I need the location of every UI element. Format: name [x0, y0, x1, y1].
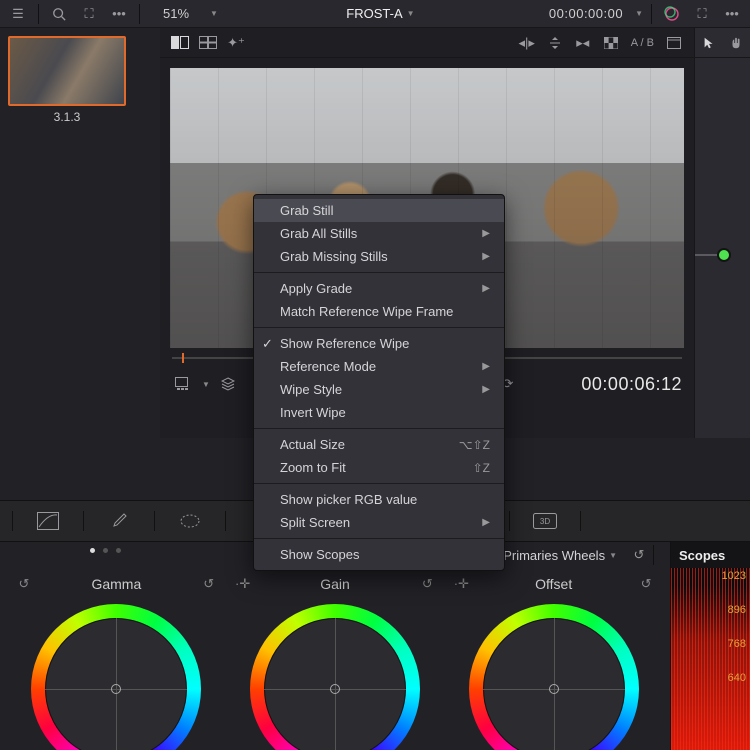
split-screen-icon[interactable] [196, 32, 220, 54]
color-wheel[interactable] [250, 604, 420, 750]
pointer-tool-icon[interactable] [697, 32, 721, 54]
scope-tick: 896 [728, 604, 746, 616]
menu-item[interactable]: Split Screen▶ [254, 511, 504, 534]
scope-tick: 768 [728, 638, 746, 650]
color-wheel[interactable] [31, 604, 201, 750]
scope-tick: 1023 [722, 570, 746, 582]
source-timecode[interactable]: 00:00:00:00 [543, 6, 629, 21]
menu-item[interactable]: ✓Show Reference Wipe [254, 332, 504, 355]
current-timecode[interactable]: 00:00:06:12 [581, 374, 682, 395]
tool-strip [694, 28, 750, 58]
shape-mask-icon[interactable] [165, 510, 215, 532]
image-wipe-icon[interactable] [168, 32, 192, 54]
clip-name-label: FROST-A [346, 6, 402, 21]
eyedropper-icon[interactable] [94, 510, 144, 532]
wheel-label: Gamma [34, 576, 199, 592]
thumbnail-mode-icon[interactable] [172, 373, 196, 395]
list-icon[interactable]: ☰ [6, 3, 30, 25]
still-thumbnail[interactable] [8, 36, 126, 106]
search-icon[interactable] [47, 3, 71, 25]
node-graph[interactable] [694, 58, 750, 438]
chevron-down-icon[interactable]: ▼ [210, 9, 218, 18]
picker-icon[interactable]: ·✛ [233, 573, 253, 595]
layers-icon[interactable] [216, 373, 240, 395]
more-icon[interactable]: ••• [720, 3, 744, 25]
reset-icon[interactable]: ↺ [636, 573, 656, 595]
color-wheel[interactable] [469, 604, 639, 750]
menu-item[interactable]: Actual Size⌥⇧Z [254, 433, 504, 456]
wheel-gamma: ↺Gamma↺ [10, 572, 223, 750]
menu-item[interactable]: Grab Still [254, 199, 504, 222]
chevron-down-icon[interactable]: ▼ [202, 380, 210, 389]
reset-icon[interactable]: ↺ [627, 544, 651, 566]
curves-icon[interactable] [23, 510, 73, 532]
primaries-mode-dropdown[interactable]: Primaries Wheels ▼ [503, 548, 617, 563]
menu-item[interactable]: Reference Mode▶ [254, 355, 504, 378]
svg-text:3D: 3D [540, 517, 550, 526]
wheel-label: Gain [253, 576, 418, 592]
scopes-title: Scopes [671, 542, 750, 568]
more-icon[interactable]: ••• [107, 3, 131, 25]
menu-item[interactable]: Invert Wipe [254, 401, 504, 424]
scope-tick: 640 [728, 672, 746, 684]
viewer-zoom[interactable]: 51% [148, 6, 204, 21]
scope-waveform[interactable]: 1023 896 768 640 [671, 568, 750, 750]
node-dot[interactable] [717, 248, 731, 262]
viewer-context-menu: Grab StillGrab All Stills▶Grab Missing S… [253, 194, 505, 571]
magic-wand-icon[interactable]: ✦⁺ [224, 32, 248, 54]
ab-compare-label[interactable]: A / B [627, 37, 658, 49]
menu-item[interactable]: Grab All Stills▶ [254, 222, 504, 245]
reset-icon[interactable]: ↺ [14, 573, 34, 595]
wheel-offset: ·✛Offset↺ [447, 572, 660, 750]
menu-item[interactable]: Wipe Style▶ [254, 378, 504, 401]
checkerboard-icon[interactable] [599, 32, 623, 54]
reset-icon[interactable]: ↺ [199, 573, 219, 595]
menu-item[interactable]: Apply Grade▶ [254, 277, 504, 300]
still-label: 3.1.3 [8, 110, 126, 124]
reset-icon[interactable]: ↺ [417, 573, 437, 595]
menu-item[interactable]: Match Reference Wipe Frame [254, 300, 504, 323]
gallery-view-icon[interactable] [662, 32, 686, 54]
color-wheels-row: ↺Gamma↺·✛Gain↺·✛Offset↺ [0, 568, 670, 750]
playhead[interactable] [182, 353, 184, 363]
clip-name[interactable]: FROST-A ▼ [346, 6, 414, 21]
scopes-panel: Scopes 1023 896 768 640 [670, 542, 750, 750]
expand-icon[interactable]: ⛶ [77, 3, 101, 25]
wipe-diagonal-icon[interactable]: ▸◂ [571, 32, 595, 54]
picker-icon[interactable]: ·✛ [451, 573, 471, 595]
primaries-mode-label: Primaries Wheels [503, 548, 605, 563]
menu-item[interactable]: Show picker RGB value [254, 488, 504, 511]
chevron-down-icon: ▼ [407, 9, 415, 18]
3d-icon[interactable]: 3D [520, 510, 570, 532]
viewer-tools: ✦⁺ ◂|▸ ▸◂ A / B [160, 28, 694, 58]
menu-item[interactable]: Show Scopes [254, 543, 504, 566]
menu-item[interactable]: Grab Missing Stills▶ [254, 245, 504, 268]
hand-tool-icon[interactable] [724, 32, 748, 54]
top-toolbar: ☰ ⛶ ••• 51% ▼ FROST-A ▼ 00:00:00:00 ▼ ⛶ … [0, 0, 750, 28]
expand-icon[interactable]: ⛶ [690, 3, 714, 25]
wipe-vertical-icon[interactable] [543, 32, 567, 54]
wheel-label: Offset [471, 576, 636, 592]
chevron-down-icon: ▼ [609, 551, 617, 560]
menu-item[interactable]: Zoom to Fit⇧Z [254, 456, 504, 479]
stills-gallery: 3.1.3 [0, 28, 160, 510]
wheel-gain: ·✛Gain↺ [229, 572, 442, 750]
color-management-icon[interactable] [660, 3, 684, 25]
wipe-horizontal-icon[interactable]: ◂|▸ [515, 32, 539, 54]
chevron-down-icon[interactable]: ▼ [635, 9, 643, 18]
